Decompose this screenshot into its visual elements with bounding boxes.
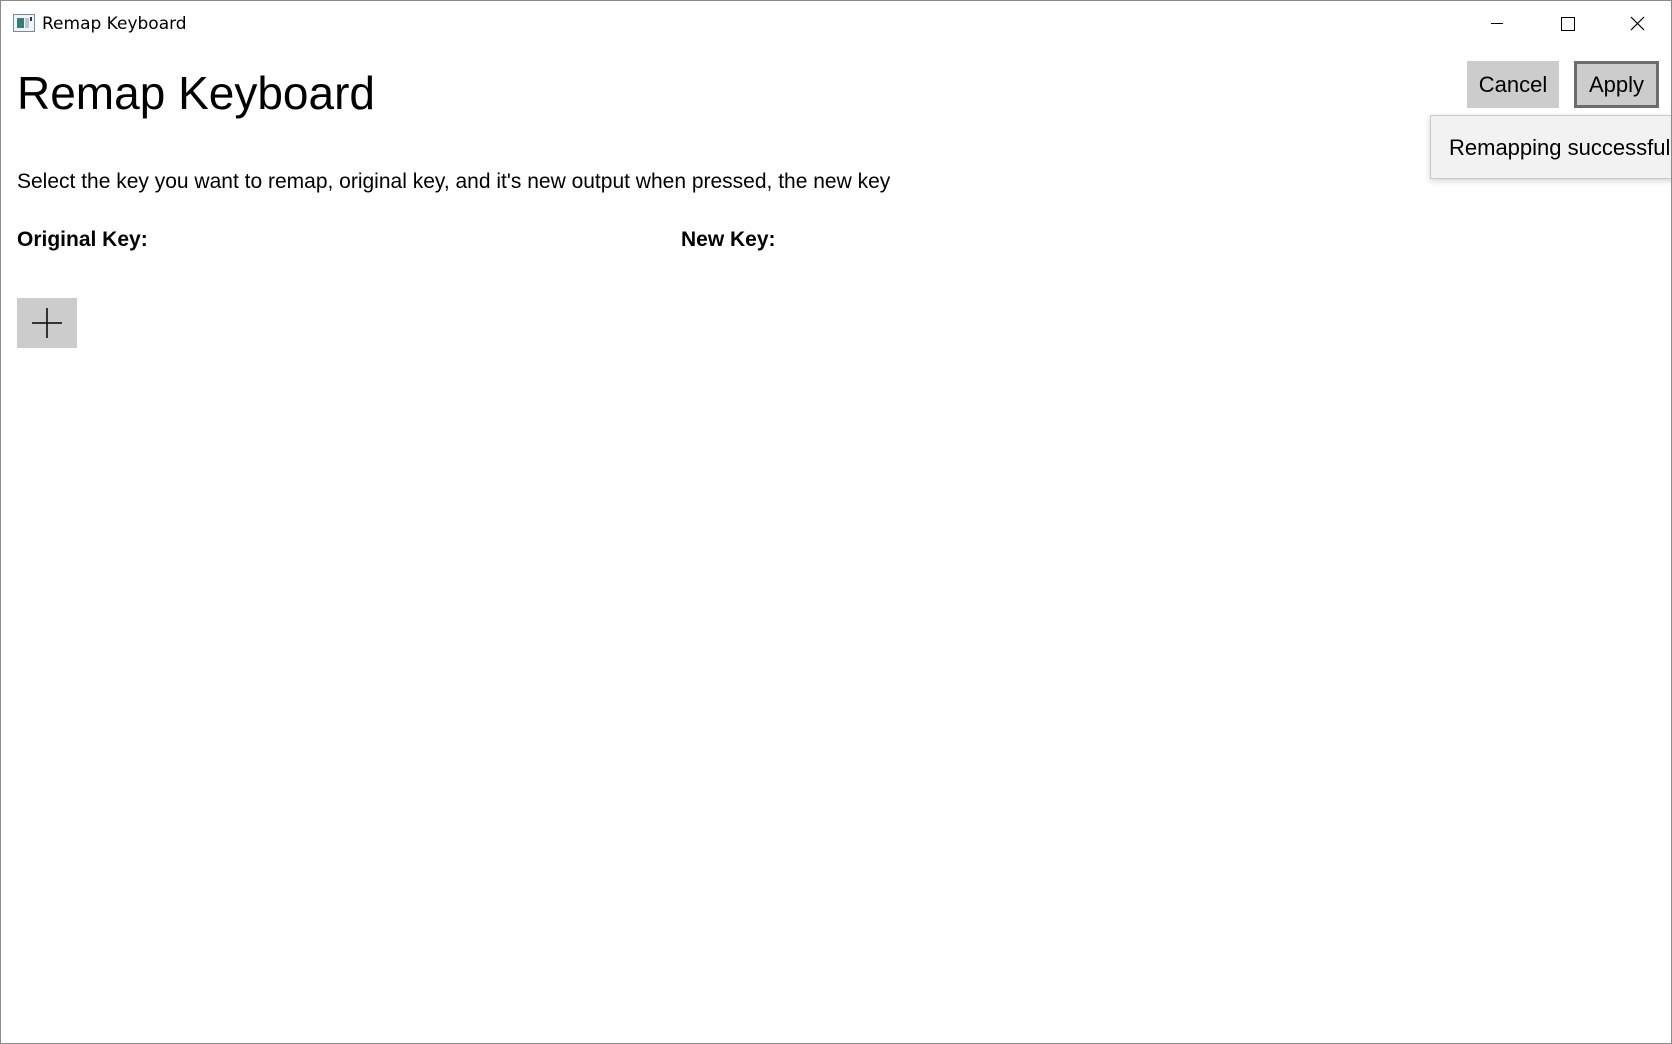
cancel-button[interactable]: Cancel [1467, 61, 1559, 108]
add-remap-button[interactable] [17, 298, 77, 348]
remapping-toast: Remapping successful [1430, 115, 1671, 179]
maximize-button[interactable] [1532, 1, 1602, 47]
minimize-button[interactable] [1462, 1, 1532, 47]
plus-icon [32, 308, 62, 338]
maximize-icon [1561, 17, 1575, 31]
title-bar: Remap Keyboard [1, 1, 1671, 47]
minimize-icon [1491, 23, 1503, 24]
close-icon [1630, 16, 1645, 31]
remap-keyboard-window: Remap Keyboard Remap Keyboard Cancel App… [0, 0, 1672, 1044]
window-title: Remap Keyboard [42, 14, 187, 34]
toast-message: Remapping successful [1449, 135, 1671, 160]
apply-button[interactable]: Apply [1574, 61, 1659, 108]
close-button[interactable] [1602, 1, 1671, 47]
instructions-text: Select the key you want to remap, origin… [17, 170, 891, 193]
new-key-header: New Key: [681, 228, 776, 251]
original-key-header: Original Key: [17, 228, 148, 251]
page-title: Remap Keyboard [17, 67, 375, 119]
app-icon [13, 14, 35, 32]
